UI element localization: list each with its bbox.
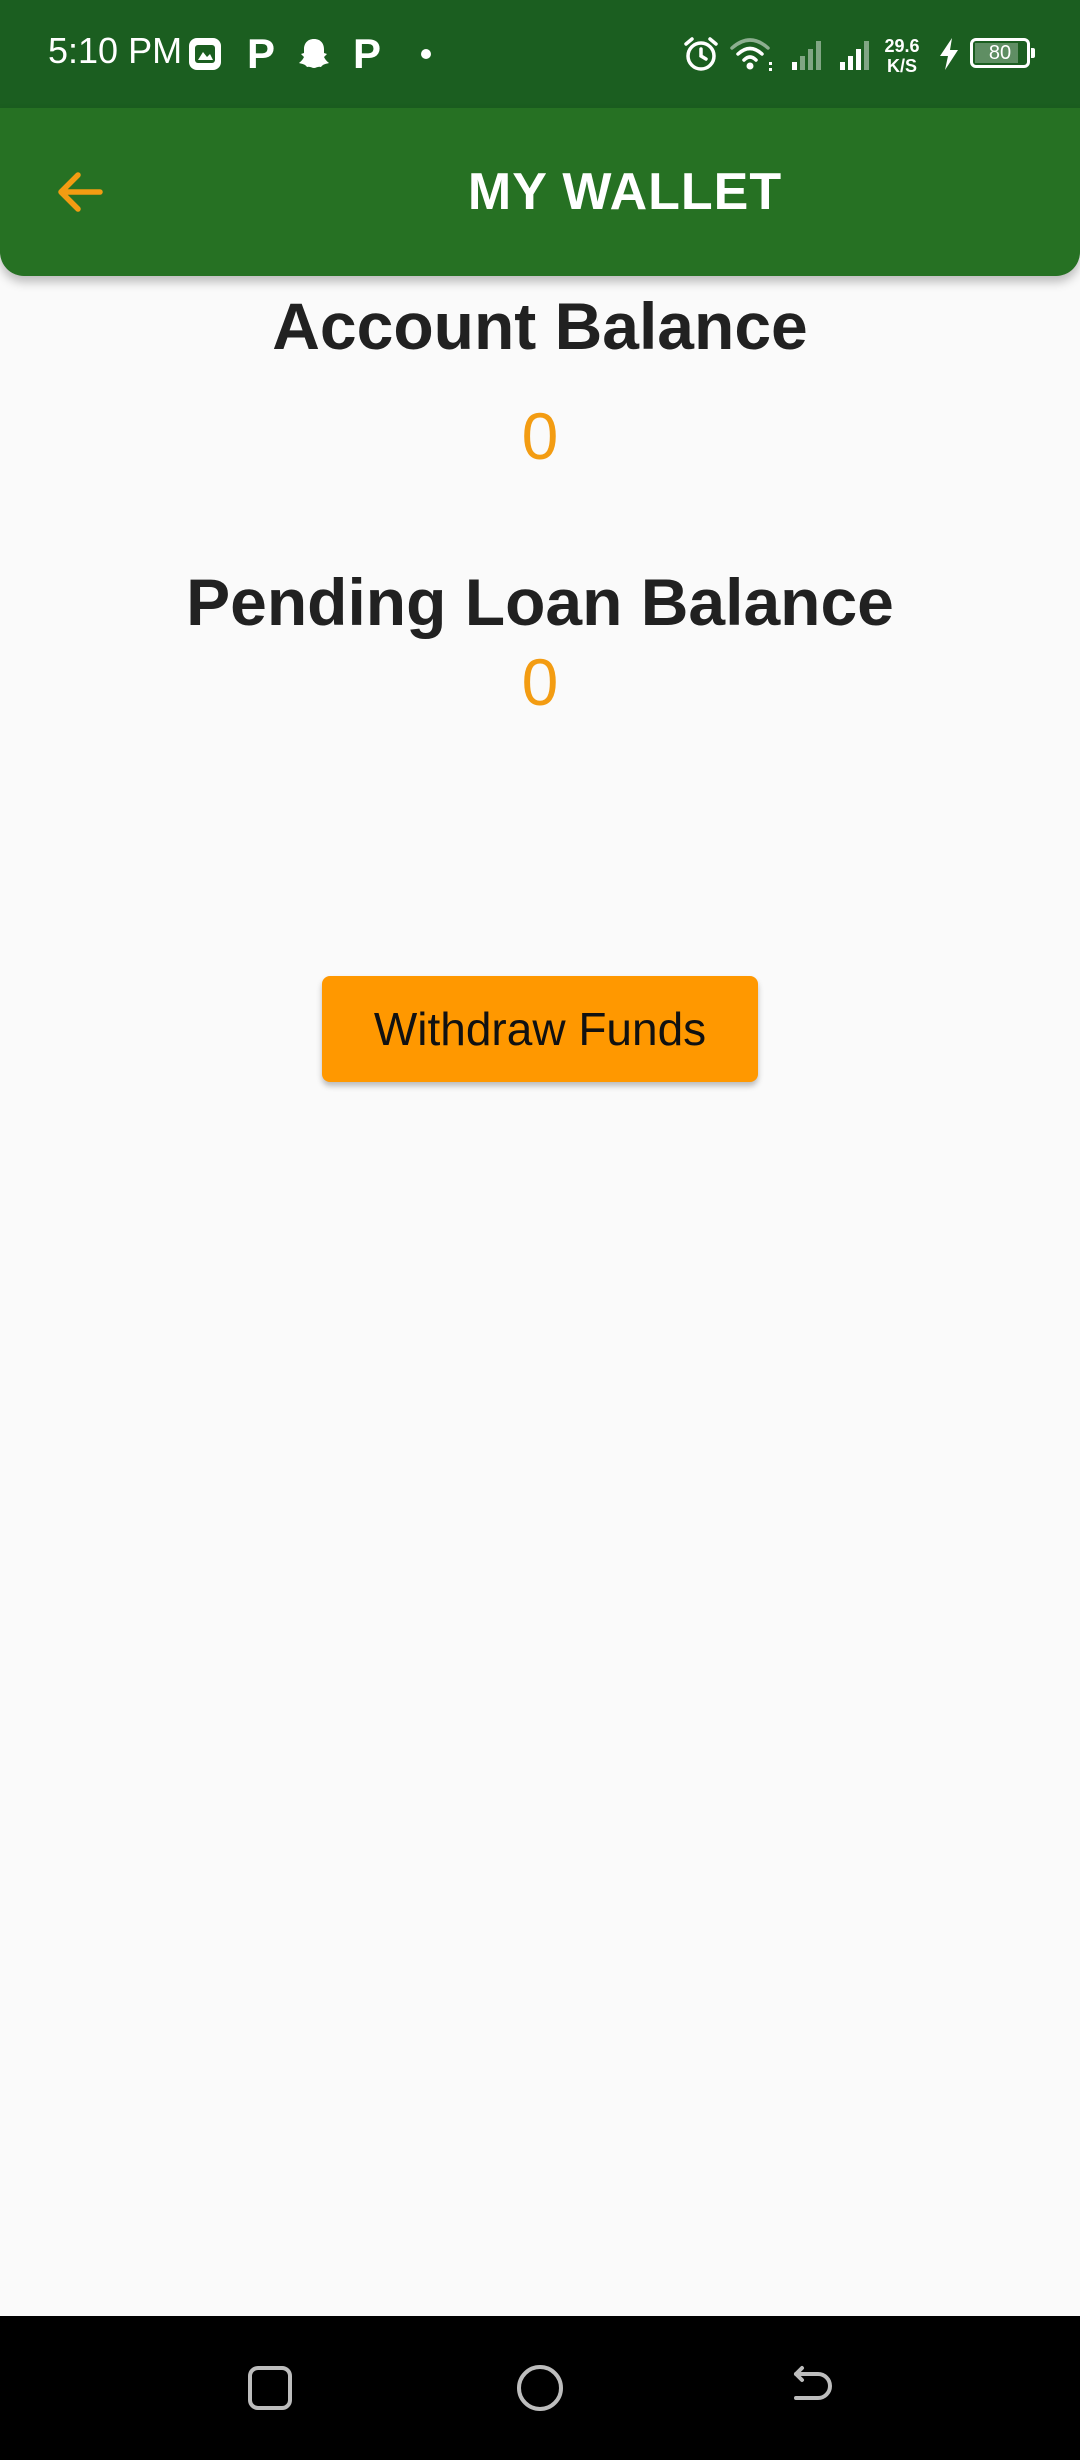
- home-icon: [517, 2365, 563, 2411]
- recents-icon: [248, 2366, 292, 2410]
- charging-icon: [934, 28, 964, 80]
- dot-icon: [416, 28, 436, 80]
- p-app-icon: P: [246, 30, 275, 77]
- arrow-back-icon: [58, 172, 103, 212]
- system-nav-bar: [0, 2316, 1080, 2460]
- snapchat-icon: [294, 28, 334, 80]
- status-bar: 5:10 PM P P 29.6 K/S 80: [0, 0, 1080, 108]
- status-time: 5:10 PM: [48, 30, 183, 71]
- withdraw-funds-button[interactable]: Withdraw Funds: [322, 976, 758, 1082]
- nav-back-button[interactable]: [774, 2352, 846, 2424]
- pending-loan-balance-label: Pending Loan Balance: [186, 565, 894, 639]
- signal-weak-icon: [788, 28, 828, 80]
- battery-icon: 80: [970, 38, 1035, 68]
- recents-button[interactable]: [234, 2352, 306, 2424]
- p-app-icon: P: [352, 30, 381, 77]
- wifi-icon: [728, 28, 776, 80]
- home-button[interactable]: [504, 2352, 576, 2424]
- net-speed-value: 29.6: [884, 36, 920, 56]
- app-bar-title-wrap: MY WALLET: [0, 108, 1080, 276]
- gallery-icon: [186, 28, 224, 80]
- account-balance-label: Account Balance: [272, 289, 808, 363]
- page-title: MY WALLET: [467, 163, 783, 221]
- pending-loan-balance-value: 0: [521, 645, 559, 719]
- app-bar: MY WALLET: [0, 108, 1080, 276]
- alarm-icon: [680, 28, 722, 80]
- back-button[interactable]: [40, 152, 120, 232]
- battery-level: 80: [988, 42, 1012, 64]
- back-icon: [794, 2366, 832, 2400]
- signal-icon: [836, 28, 876, 80]
- net-speed: 29.6 K/S: [880, 36, 924, 76]
- account-balance-value: 0: [521, 399, 559, 473]
- net-speed-unit: K/S: [886, 56, 917, 76]
